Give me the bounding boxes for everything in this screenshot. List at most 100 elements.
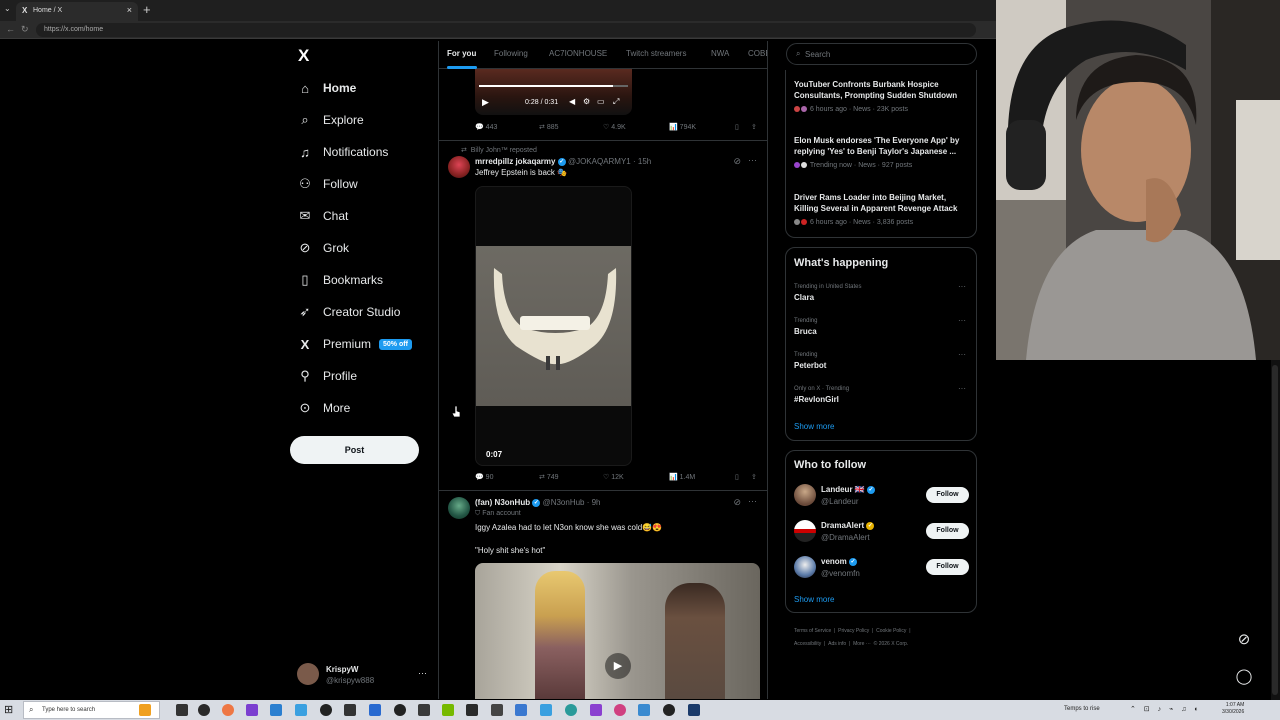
more-icon[interactable]: ··· <box>748 496 757 506</box>
video-player[interactable]: 0:07 <box>475 186 632 466</box>
tab-cobe[interactable]: COBE <box>748 49 767 58</box>
post-author[interactable]: mrredpillz jokaqarmy ✓ @JOKAQARMY1 · 15h <box>475 157 651 166</box>
nav-grok[interactable]: ⊘ Grok <box>297 236 349 260</box>
obs-icon[interactable] <box>320 704 332 716</box>
follow-button[interactable]: Follow <box>926 559 969 575</box>
show-more-link[interactable]: Show more <box>794 595 834 604</box>
system-tray[interactable]: ⌃ ⊡ ♪ ⌁ ♫ ◐ <box>1130 705 1202 713</box>
avatar[interactable] <box>794 484 816 506</box>
clock[interactable]: 1:07 AM 3/30/2026 <box>1222 702 1244 716</box>
app-icon[interactable] <box>418 704 430 716</box>
search-field[interactable]: ⌕ Search <box>786 43 977 65</box>
nav-profile[interactable]: ⚲ Profile <box>297 364 357 388</box>
volume-icon[interactable]: ◀ <box>569 97 575 106</box>
fullscreen-icon[interactable]: ⤢ <box>613 97 619 107</box>
reply-button[interactable]: 💬 90 <box>475 473 493 481</box>
more-icon[interactable]: ··· <box>958 350 966 359</box>
footer-link[interactable]: More ··· <box>853 641 871 647</box>
app-icon[interactable] <box>270 704 282 716</box>
app-icon[interactable] <box>344 704 356 716</box>
avatar[interactable] <box>794 556 816 578</box>
app-icon[interactable] <box>565 704 577 716</box>
reply-button[interactable]: 💬 443 <box>475 123 497 131</box>
back-icon[interactable]: ← <box>6 24 15 34</box>
browser-icon[interactable] <box>222 704 234 716</box>
trend-name[interactable]: #RevlonGirl <box>794 395 839 404</box>
video-player[interactable]: ▶ <box>475 563 760 699</box>
nvidia-icon[interactable] <box>442 704 454 716</box>
nav-home[interactable]: ⌂ Home <box>297 76 356 100</box>
share-icon[interactable]: ⇪ <box>751 473 757 481</box>
app-icon[interactable] <box>614 704 626 716</box>
nav-creator-studio[interactable]: ➶ Creator Studio <box>297 300 401 324</box>
tab-ac7ionhouse[interactable]: AC7IONHOUSE <box>549 49 607 58</box>
tab-twitch-streamers[interactable]: Twitch streamers <box>626 49 686 58</box>
avatar[interactable] <box>448 497 470 519</box>
edge-icon[interactable] <box>295 704 307 716</box>
twitch-icon[interactable] <box>246 704 258 716</box>
app-icon[interactable] <box>466 704 478 716</box>
windows-start-icon[interactable]: ⊞ <box>4 703 13 716</box>
post-button[interactable]: Post <box>290 436 419 464</box>
pip-icon[interactable]: ▭ <box>597 97 605 106</box>
browser-tab[interactable]: X Home / X × <box>16 2 138 21</box>
app-icon[interactable] <box>369 704 381 716</box>
show-more-link[interactable]: Show more <box>794 422 834 431</box>
nav-follow[interactable]: ⚇ Follow <box>297 172 358 196</box>
tab-menu-icon[interactable]: ⌄ <box>4 4 11 13</box>
like-button[interactable]: ♡ 4.9K <box>603 123 626 131</box>
follow-button[interactable]: Follow <box>926 523 969 539</box>
nav-explore[interactable]: ⌕ Explore <box>297 108 363 132</box>
avatar[interactable] <box>794 520 816 542</box>
footer-link[interactable]: Cookie Policy <box>876 628 906 634</box>
reload-icon[interactable]: ↻ <box>21 24 29 35</box>
url-field[interactable]: https://x.com/home <box>36 23 976 37</box>
news-headline[interactable]: Driver Rams Loader into Beijing Market, … <box>794 192 970 214</box>
new-tab-button[interactable]: + <box>143 2 151 17</box>
task-view-icon[interactable] <box>176 704 188 716</box>
more-icon[interactable]: ··· <box>748 155 757 165</box>
bookmark-icon[interactable]: ▯ <box>735 123 739 131</box>
app-icon[interactable] <box>590 704 602 716</box>
repost-button[interactable]: ⇄ 749 <box>539 473 559 481</box>
play-icon[interactable]: ▶ <box>482 97 489 108</box>
app-icon[interactable] <box>638 704 650 716</box>
play-icon[interactable]: ▶ <box>605 653 631 679</box>
settings-icon[interactable]: ⚙ <box>583 97 590 106</box>
tab-following[interactable]: Following <box>494 49 528 58</box>
trend-name[interactable]: Clara <box>794 293 814 302</box>
nav-bookmarks[interactable]: ▯ Bookmarks <box>297 268 383 292</box>
app-icon[interactable] <box>540 704 552 716</box>
tab-for-you[interactable]: For you <box>447 49 476 58</box>
trend-name[interactable]: Peterbot <box>794 361 826 370</box>
grok-icon[interactable]: ⊘ <box>733 156 741 167</box>
user-name[interactable]: venom ✓ <box>821 557 858 566</box>
app-icon[interactable] <box>663 704 675 716</box>
more-icon[interactable]: ··· <box>418 668 427 678</box>
footer-link[interactable]: Terms of Service <box>794 628 831 634</box>
footer-link[interactable]: Ads info <box>828 641 846 647</box>
news-headline[interactable]: YouTuber Confronts Burbank Hospice Consu… <box>794 79 970 101</box>
app-icon[interactable] <box>198 704 210 716</box>
copilot-icon[interactable] <box>139 704 151 716</box>
account-switcher[interactable]: KrispyW @krispyw888 ··· <box>297 663 431 689</box>
tab-nwa[interactable]: NWA <box>711 49 729 58</box>
like-button[interactable]: ♡ 12K <box>603 473 624 481</box>
more-icon[interactable]: ··· <box>958 384 966 393</box>
avatar[interactable] <box>448 156 470 178</box>
app-icon[interactable] <box>515 704 527 716</box>
grok-icon[interactable]: ⊘ <box>733 497 741 508</box>
more-icon[interactable]: ··· <box>958 316 966 325</box>
footer-link[interactable]: Privacy Policy <box>838 628 869 634</box>
app-icon[interactable] <box>491 704 503 716</box>
trend-name[interactable]: Bruca <box>794 327 817 336</box>
app-icon[interactable] <box>394 704 406 716</box>
nav-more[interactable]: ⊙ More <box>297 396 351 420</box>
nav-premium[interactable]: X Premium 50% off <box>297 332 412 356</box>
nav-chat[interactable]: ✉ Chat <box>297 204 349 228</box>
bookmark-icon[interactable]: ▯ <box>735 473 739 481</box>
close-tab-icon[interactable]: × <box>127 5 132 15</box>
follow-button[interactable]: Follow <box>926 487 969 503</box>
share-icon[interactable]: ⇪ <box>751 123 757 131</box>
user-name[interactable]: Landeur 🇬🇧 ✓ <box>821 485 875 494</box>
